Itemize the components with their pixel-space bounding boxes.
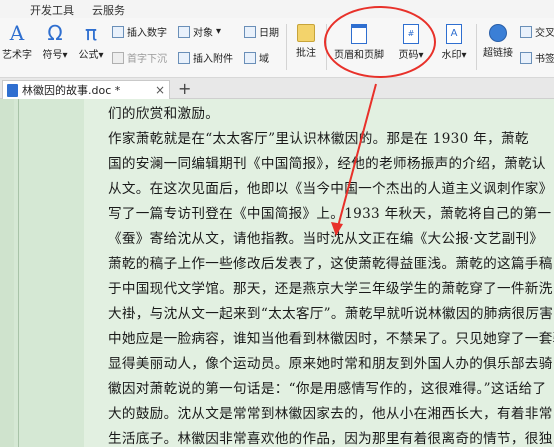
annotation-arrow	[331, 83, 377, 236]
